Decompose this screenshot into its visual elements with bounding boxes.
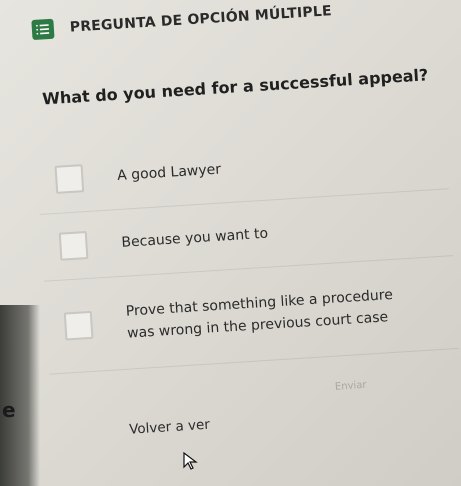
option-label: Because you want to [120, 225, 269, 251]
checkbox[interactable] [58, 231, 89, 261]
back-link[interactable]: Volver a ver [129, 417, 211, 438]
option-label: Prove that something like a procedure wa… [125, 286, 394, 342]
option-label: A good Lawyer [116, 161, 222, 184]
options-list: A good Lawyer Because you want to Prove … [35, 122, 460, 397]
quiz-page: PREGUNTA DE OPCIÓN MÚLTIPLE What do you … [0, 0, 461, 485]
question-text: What do you need for a successful appeal… [41, 65, 429, 109]
list-check-icon [31, 18, 55, 41]
question-header: PREGUNTA DE OPCIÓN MÚLTIPLE [31, 0, 452, 42]
checkbox[interactable] [54, 164, 85, 194]
checkbox[interactable] [63, 310, 94, 341]
mouse-pointer-icon [183, 452, 198, 470]
left-edge-text: e [2, 398, 16, 422]
send-button[interactable]: Enviar [335, 380, 367, 393]
question-type-title: PREGUNTA DE OPCIÓN MÚLTIPLE [69, 3, 333, 36]
